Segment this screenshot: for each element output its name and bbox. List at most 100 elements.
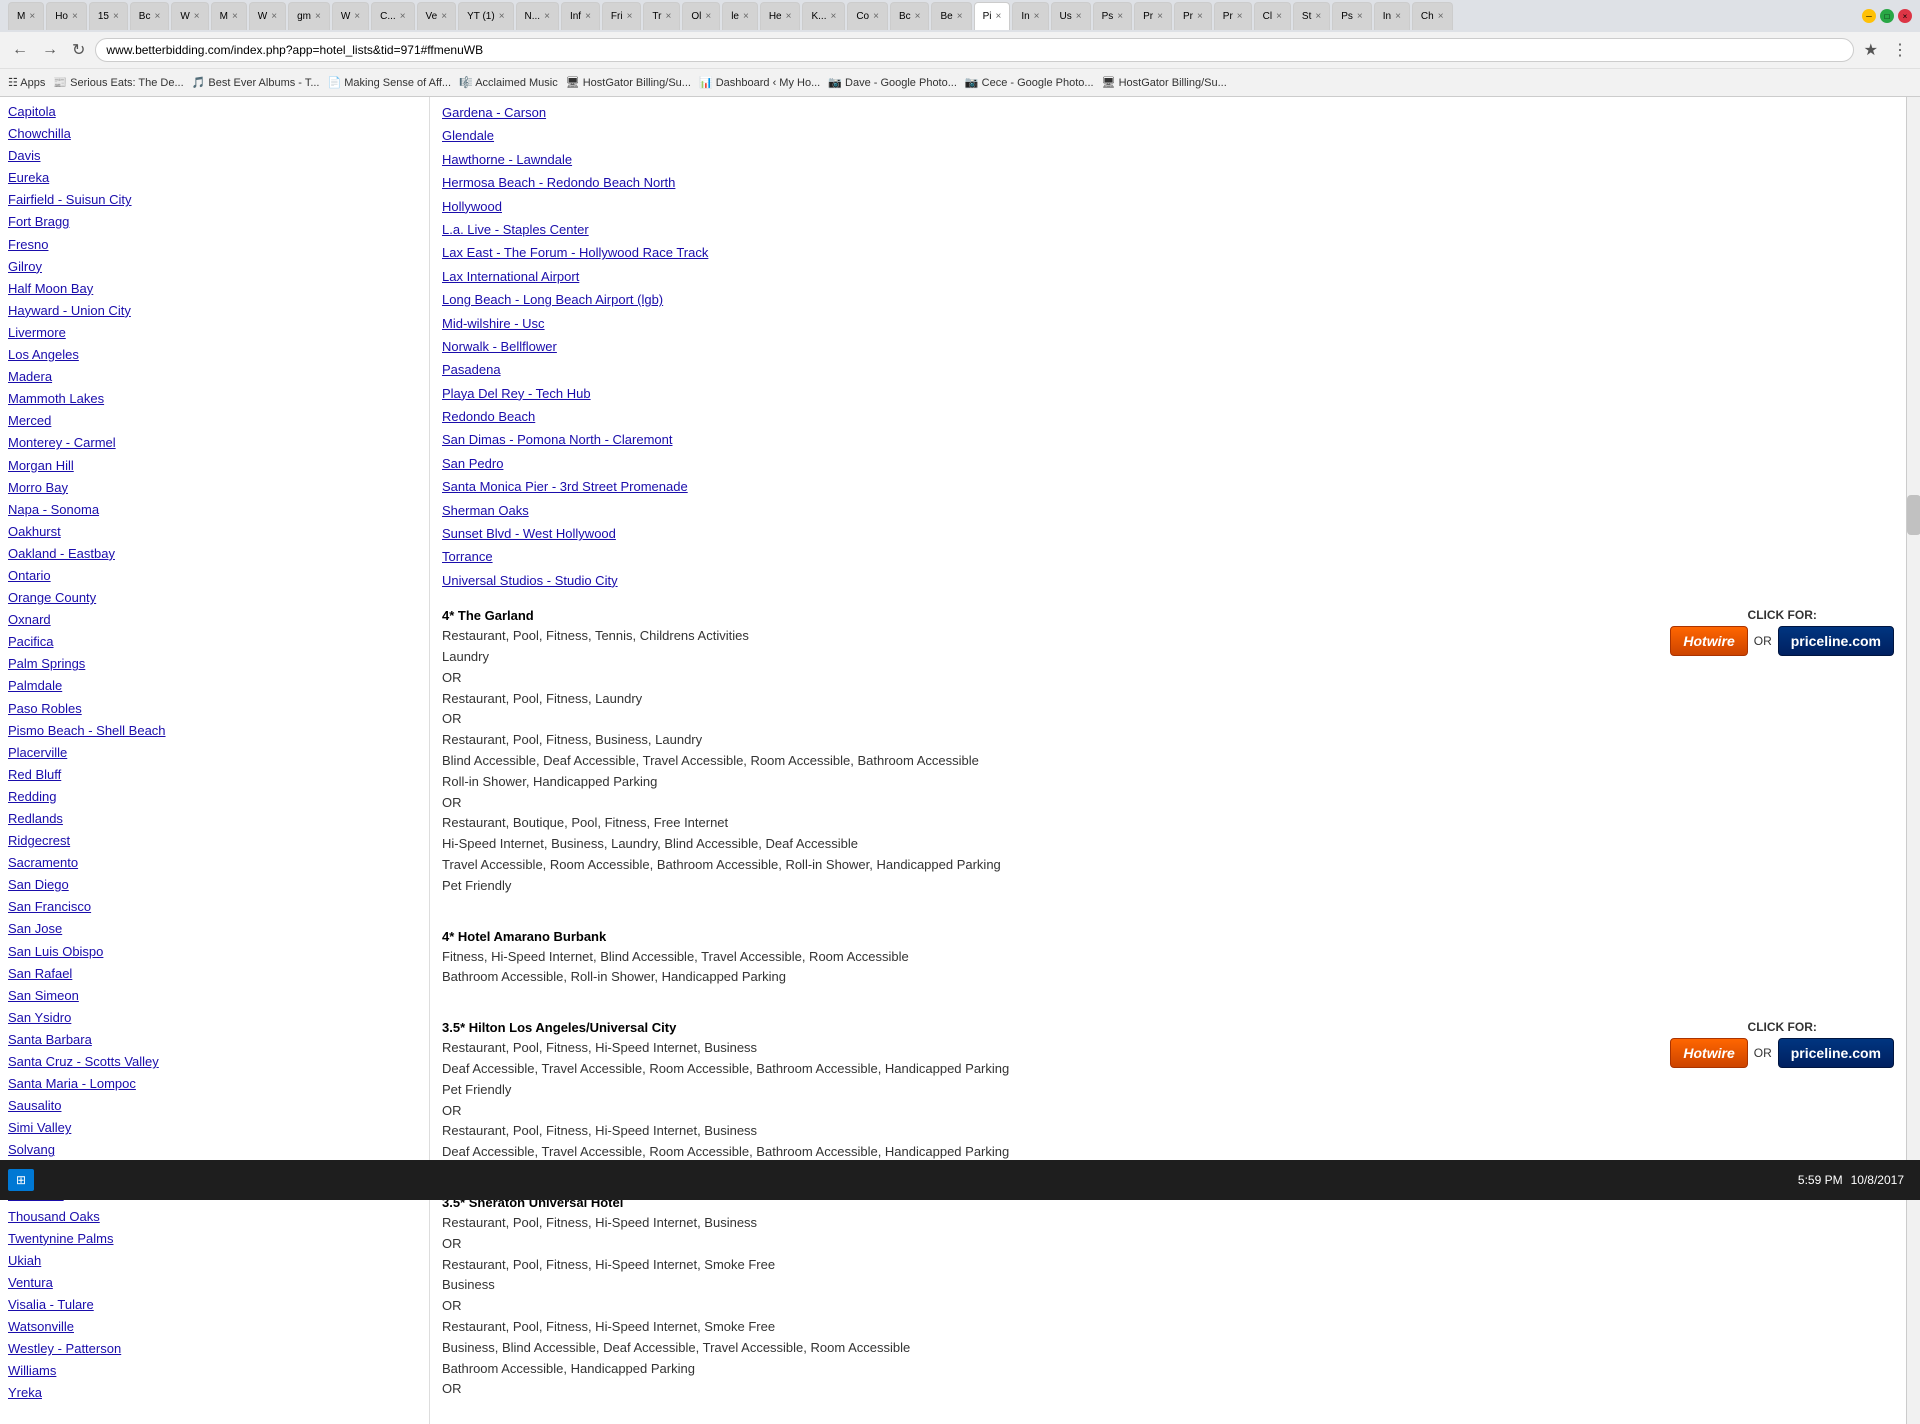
tab-in2[interactable]: In×: [1374, 2, 1410, 30]
sidebar-link-oakhurst[interactable]: Oakhurst: [8, 521, 421, 543]
bookmark-serious-eats[interactable]: 📰 Serious Eats: The De...: [53, 76, 183, 89]
tab-le[interactable]: le×: [722, 2, 758, 30]
sidebar-link-mammoth-lakes[interactable]: Mammoth Lakes: [8, 388, 421, 410]
link-lax-east[interactable]: Lax East - The Forum - Hollywood Race Tr…: [442, 241, 1894, 264]
sidebar-link-oakland[interactable]: Oakland - Eastbay: [8, 543, 421, 565]
sidebar-link-visalia[interactable]: Visalia - Tulare: [8, 1294, 421, 1316]
sidebar-link-gilroy[interactable]: Gilroy: [8, 256, 421, 278]
link-hawthorne[interactable]: Hawthorne - Lawndale: [442, 148, 1894, 171]
tab-ho[interactable]: Ho×: [46, 2, 87, 30]
start-button[interactable]: ⊞: [8, 1169, 34, 1191]
tab-15[interactable]: 15×: [89, 2, 128, 30]
tab-w1[interactable]: W×: [171, 2, 208, 30]
link-playa-del-rey[interactable]: Playa Del Rey - Tech Hub: [442, 382, 1894, 405]
bookmark-apps[interactable]: ☷ Apps: [8, 76, 45, 89]
sidebar-link-chowchilla[interactable]: Chowchilla: [8, 123, 421, 145]
sidebar-link-redding[interactable]: Redding: [8, 786, 421, 808]
sidebar-link-paso-robles[interactable]: Paso Robles: [8, 698, 421, 720]
link-san-pedro[interactable]: San Pedro: [442, 452, 1894, 475]
sidebar-link-ontario[interactable]: Ontario: [8, 565, 421, 587]
sidebar-link-watsonville[interactable]: Watsonville: [8, 1316, 421, 1338]
tab-be[interactable]: Be×: [931, 2, 971, 30]
tab-m[interactable]: M×: [8, 2, 44, 30]
tab-ve[interactable]: Ve×: [417, 2, 457, 30]
tab-m2[interactable]: M×: [211, 2, 247, 30]
sidebar-link-ridgecrest[interactable]: Ridgecrest: [8, 830, 421, 852]
link-san-dimas[interactable]: San Dimas - Pomona North - Claremont: [442, 428, 1894, 451]
sidebar-link-los-angeles[interactable]: Los Angeles: [8, 344, 421, 366]
tab-c[interactable]: C...×: [371, 2, 414, 30]
sidebar-link-sacramento[interactable]: Sacramento: [8, 852, 421, 874]
tab-pr1[interactable]: Pr×: [1134, 2, 1172, 30]
tab-bc2[interactable]: Bc×: [890, 2, 930, 30]
tab-fri[interactable]: Fri×: [602, 2, 642, 30]
tab-pi-active[interactable]: Pi×: [974, 2, 1011, 30]
tab-gm[interactable]: gm×: [288, 2, 330, 30]
sidebar-link-davis[interactable]: Davis: [8, 145, 421, 167]
tab-yt[interactable]: YT (1)×: [458, 2, 513, 30]
scrollbar-thumb[interactable]: [1907, 495, 1920, 535]
sidebar-link-san-ysidro[interactable]: San Ysidro: [8, 1007, 421, 1029]
sidebar-link-san-diego[interactable]: San Diego: [8, 874, 421, 896]
link-pasadena[interactable]: Pasadena: [442, 358, 1894, 381]
hotwire-button-hilton[interactable]: Hotwire: [1670, 1038, 1747, 1068]
bookmark-dave[interactable]: 📷 Dave - Google Photo...: [828, 76, 957, 89]
sidebar-link-santa-maria[interactable]: Santa Maria - Lompoc: [8, 1073, 421, 1095]
back-button[interactable]: ←: [8, 39, 32, 61]
sidebar-link-oxnard[interactable]: Oxnard: [8, 609, 421, 631]
sidebar-link-simi-valley[interactable]: Simi Valley: [8, 1117, 421, 1139]
sidebar-link-fresno[interactable]: Fresno: [8, 234, 421, 256]
bookmark-dashboard[interactable]: 📊 Dashboard ‹ My Ho...: [699, 76, 820, 89]
tab-w2[interactable]: W×: [249, 2, 286, 30]
link-sherman-oaks[interactable]: Sherman Oaks: [442, 499, 1894, 522]
sidebar-link-yreka[interactable]: Yreka: [8, 1382, 421, 1404]
sidebar-link-half-moon-bay[interactable]: Half Moon Bay: [8, 278, 421, 300]
forward-button[interactable]: →: [38, 39, 62, 61]
tab-pr2[interactable]: Pr×: [1174, 2, 1212, 30]
scrollbar[interactable]: [1906, 97, 1920, 1424]
tab-k[interactable]: K...×: [802, 2, 845, 30]
bookmark-making-sense[interactable]: 📄 Making Sense of Aff...: [327, 76, 451, 89]
link-hollywood[interactable]: Hollywood: [442, 195, 1894, 218]
sidebar-link-redlands[interactable]: Redlands: [8, 808, 421, 830]
tab-w3[interactable]: W×: [332, 2, 369, 30]
sidebar-link-westley[interactable]: Westley - Patterson: [8, 1338, 421, 1360]
sidebar-link-pismo-beach[interactable]: Pismo Beach - Shell Beach: [8, 720, 421, 742]
sidebar-link-morgan-hill[interactable]: Morgan Hill: [8, 455, 421, 477]
sidebar-link-monterey[interactable]: Monterey - Carmel: [8, 432, 421, 454]
sidebar-link-capitola[interactable]: Capitola: [8, 101, 421, 123]
sidebar-link-thousand-oaks[interactable]: Thousand Oaks: [8, 1206, 421, 1228]
tab-he[interactable]: He×: [760, 2, 801, 30]
sidebar-link-orange-county[interactable]: Orange County: [8, 587, 421, 609]
link-redondo-beach[interactable]: Redondo Beach: [442, 405, 1894, 428]
link-hermosa[interactable]: Hermosa Beach - Redondo Beach North: [442, 171, 1894, 194]
sidebar-link-ventura[interactable]: Ventura: [8, 1272, 421, 1294]
sidebar-link-hayward[interactable]: Hayward - Union City: [8, 300, 421, 322]
sidebar-link-san-luis-obispo[interactable]: San Luis Obispo: [8, 941, 421, 963]
priceline-button-hilton[interactable]: priceline.com: [1778, 1038, 1894, 1068]
close-button[interactable]: ×: [1898, 9, 1912, 23]
link-torrance[interactable]: Torrance: [442, 545, 1894, 568]
link-gardena-carson[interactable]: Gardena - Carson: [442, 101, 1894, 124]
tab-bc[interactable]: Bc×: [130, 2, 170, 30]
sidebar-link-ukiah[interactable]: Ukiah: [8, 1250, 421, 1272]
sidebar-link-san-francisco[interactable]: San Francisco: [8, 896, 421, 918]
bookmark-hostgator2[interactable]: 🖥 HostGator Billing/Su...: [1102, 76, 1227, 89]
sidebar-link-placerville[interactable]: Placerville: [8, 742, 421, 764]
link-glendale[interactable]: Glendale: [442, 124, 1894, 147]
link-la-live[interactable]: L.a. Live - Staples Center: [442, 218, 1894, 241]
sidebar-link-madera[interactable]: Madera: [8, 366, 421, 388]
sidebar-link-napa[interactable]: Napa - Sonoma: [8, 499, 421, 521]
sidebar-link-san-jose[interactable]: San Jose: [8, 918, 421, 940]
tab-st[interactable]: St×: [1293, 2, 1330, 30]
bookmark-acclaimed[interactable]: 🎼 Acclaimed Music: [459, 76, 558, 89]
sidebar-link-san-simeon[interactable]: San Simeon: [8, 985, 421, 1007]
tab-co[interactable]: Co×: [847, 2, 888, 30]
hotwire-button-garland[interactable]: Hotwire: [1670, 626, 1747, 656]
tab-inf[interactable]: Inf×: [561, 2, 600, 30]
priceline-button-garland[interactable]: priceline.com: [1778, 626, 1894, 656]
maximize-button[interactable]: □: [1880, 9, 1894, 23]
tab-ol[interactable]: Ol×: [682, 2, 720, 30]
sidebar-link-eureka[interactable]: Eureka: [8, 167, 421, 189]
sidebar-link-solvang[interactable]: Solvang: [8, 1139, 421, 1161]
